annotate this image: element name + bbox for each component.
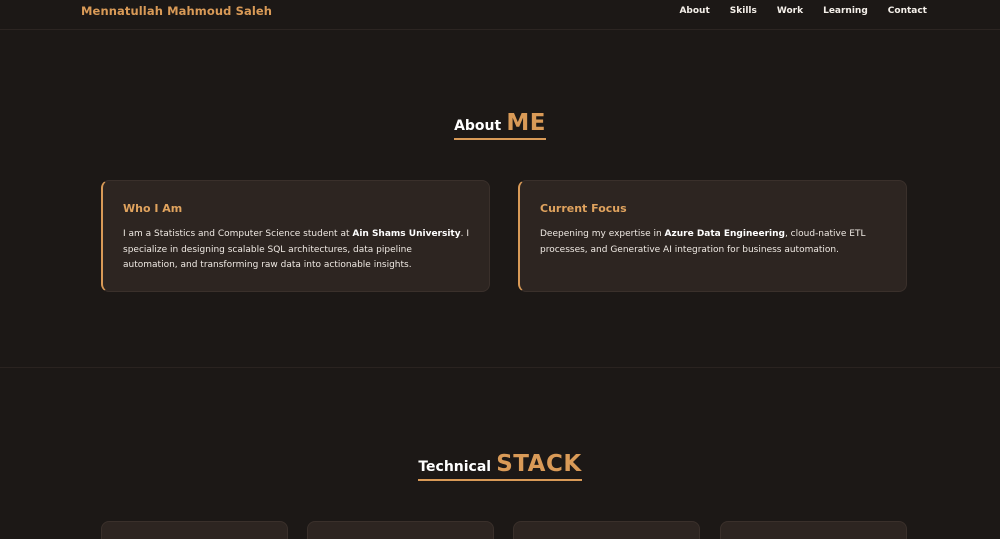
stack-title-light: Technical [418,459,492,475]
card-body-highlight: Ain Shams University [352,229,461,239]
stack-section-title: Technical STACK [0,451,1000,481]
nav-link-contact[interactable]: Contact [888,6,927,16]
card-body: I am a Statistics and Computer Science s… [123,227,469,274]
nav-link-work[interactable]: Work [777,6,803,16]
section-divider [0,367,1000,368]
brand-name[interactable]: Mennatullah Mahmoud Saleh [81,4,272,18]
about-title-underline: About ME [454,110,546,140]
card-body: Deepening my expertise in Azure Data Eng… [540,227,886,258]
card-title: Current Focus [540,202,627,215]
about-title-light: About [454,118,502,134]
card-body-text: Deepening my expertise in [540,229,665,239]
nav-link-skills[interactable]: Skills [730,6,757,16]
about-title-accent: ME [506,110,546,136]
who-i-am-card: Who I Am I am a Statistics and Computer … [101,180,490,292]
card-body-highlight: Azure Data Engineering [664,229,785,239]
stack-card [513,521,700,539]
top-navigation-bar: Mennatullah Mahmoud Saleh About Skills W… [0,0,1000,30]
main-nav: About Skills Work Learning Contact [679,6,927,16]
nav-link-about[interactable]: About [679,6,709,16]
stack-title-underline: Technical STACK [418,451,582,481]
about-section-title: About ME [0,110,1000,140]
stack-card [101,521,288,539]
current-focus-card: Current Focus Deepening my expertise in … [518,180,907,292]
stack-title-accent: STACK [496,451,582,477]
nav-link-learning[interactable]: Learning [823,6,868,16]
card-body-text: I am a Statistics and Computer Science s… [123,229,353,239]
stack-card [307,521,494,539]
card-title: Who I Am [123,202,183,215]
stack-card [720,521,907,539]
